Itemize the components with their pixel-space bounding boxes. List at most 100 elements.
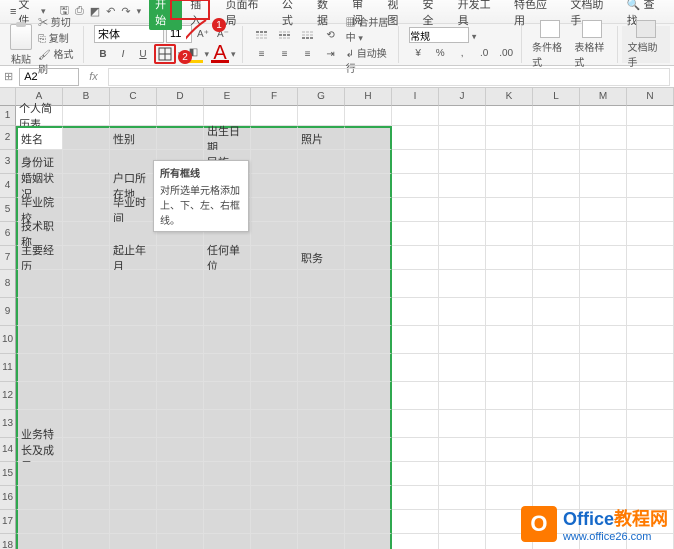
name-box[interactable]: A2 <box>19 68 79 86</box>
row-header[interactable]: 7 <box>0 246 16 270</box>
cell[interactable] <box>63 486 110 510</box>
cell[interactable] <box>580 246 627 270</box>
cell[interactable] <box>16 462 63 486</box>
row-header[interactable]: 11 <box>0 354 16 382</box>
cell[interactable] <box>533 410 580 438</box>
align-middle-icon[interactable] <box>276 26 294 44</box>
cell[interactable] <box>63 198 110 222</box>
cell[interactable] <box>627 222 674 246</box>
cell[interactable] <box>298 510 345 534</box>
cell[interactable] <box>16 510 63 534</box>
cell[interactable] <box>580 150 627 174</box>
cell[interactable] <box>63 126 110 150</box>
cell[interactable] <box>251 462 298 486</box>
cell[interactable] <box>627 298 674 326</box>
cell[interactable] <box>392 198 439 222</box>
cell[interactable] <box>486 410 533 438</box>
cell[interactable]: 照片 <box>298 126 345 150</box>
cell[interactable] <box>157 534 204 549</box>
cell[interactable] <box>392 510 439 534</box>
cell[interactable] <box>110 382 157 410</box>
cell[interactable] <box>392 222 439 246</box>
cell[interactable] <box>439 534 486 549</box>
cell[interactable] <box>204 298 251 326</box>
cell[interactable] <box>157 486 204 510</box>
dec-inc-icon[interactable]: .0 <box>475 44 493 62</box>
cell[interactable] <box>486 462 533 486</box>
align-top-icon[interactable] <box>253 26 271 44</box>
cell[interactable] <box>63 534 110 549</box>
col-header[interactable]: I <box>392 88 439 106</box>
cell[interactable] <box>627 174 674 198</box>
cell[interactable] <box>251 486 298 510</box>
bold-button[interactable]: B <box>94 45 112 63</box>
cell[interactable] <box>345 298 392 326</box>
cell[interactable] <box>392 486 439 510</box>
cell[interactable] <box>533 150 580 174</box>
cell[interactable] <box>533 298 580 326</box>
col-header[interactable]: F <box>251 88 298 106</box>
col-header[interactable]: B <box>63 88 110 106</box>
indent-icon[interactable]: ⇥ <box>322 45 340 63</box>
cell[interactable]: 毕业时间 <box>110 198 157 222</box>
cell[interactable] <box>486 270 533 298</box>
cell[interactable] <box>63 382 110 410</box>
cell[interactable] <box>580 410 627 438</box>
cell[interactable] <box>439 222 486 246</box>
cell[interactable] <box>533 174 580 198</box>
cell[interactable] <box>110 270 157 298</box>
cell[interactable] <box>439 150 486 174</box>
cell[interactable] <box>345 198 392 222</box>
cell[interactable] <box>110 438 157 462</box>
cell[interactable]: 职务 <box>298 246 345 270</box>
cell[interactable] <box>533 198 580 222</box>
cell[interactable] <box>627 270 674 298</box>
underline-button[interactable]: U <box>134 45 152 63</box>
cell[interactable] <box>486 126 533 150</box>
col-header[interactable]: J <box>439 88 486 106</box>
cell[interactable] <box>627 198 674 222</box>
cell[interactable] <box>204 410 251 438</box>
cell[interactable] <box>627 126 674 150</box>
row-header[interactable]: 12 <box>0 382 16 410</box>
cell[interactable] <box>627 150 674 174</box>
align-center-icon[interactable]: ≡ <box>276 45 294 63</box>
cell[interactable] <box>251 438 298 462</box>
cell[interactable] <box>16 298 63 326</box>
cell[interactable] <box>627 246 674 270</box>
cell[interactable] <box>486 382 533 410</box>
cell[interactable] <box>486 326 533 354</box>
cell[interactable] <box>63 246 110 270</box>
row-header[interactable]: 4 <box>0 174 16 198</box>
cell[interactable] <box>345 354 392 382</box>
cell[interactable] <box>204 486 251 510</box>
cell[interactable] <box>533 354 580 382</box>
cell[interactable] <box>204 510 251 534</box>
cell[interactable] <box>439 326 486 354</box>
cell[interactable] <box>345 382 392 410</box>
cell[interactable] <box>345 246 392 270</box>
cell[interactable] <box>16 382 63 410</box>
cell[interactable] <box>63 462 110 486</box>
cell[interactable] <box>627 438 674 462</box>
cell[interactable] <box>627 326 674 354</box>
table-style-button[interactable]: 表格样式 <box>574 20 610 69</box>
cell[interactable] <box>392 126 439 150</box>
expand-icon[interactable]: ⊞ <box>4 70 13 83</box>
cut-button[interactable]: ✂ 剪切 <box>38 14 77 29</box>
paste-button[interactable]: 粘贴 <box>10 24 32 66</box>
cell[interactable] <box>298 534 345 549</box>
cell[interactable] <box>251 198 298 222</box>
cell[interactable] <box>392 150 439 174</box>
cell[interactable] <box>204 462 251 486</box>
cell[interactable] <box>345 510 392 534</box>
cell[interactable] <box>533 326 580 354</box>
cell[interactable] <box>63 326 110 354</box>
cell[interactable] <box>439 354 486 382</box>
align-bottom-icon[interactable] <box>299 26 317 44</box>
col-header[interactable]: N <box>627 88 674 106</box>
cell[interactable] <box>486 106 533 126</box>
cell[interactable] <box>204 270 251 298</box>
cell[interactable] <box>627 410 674 438</box>
cell[interactable] <box>627 462 674 486</box>
